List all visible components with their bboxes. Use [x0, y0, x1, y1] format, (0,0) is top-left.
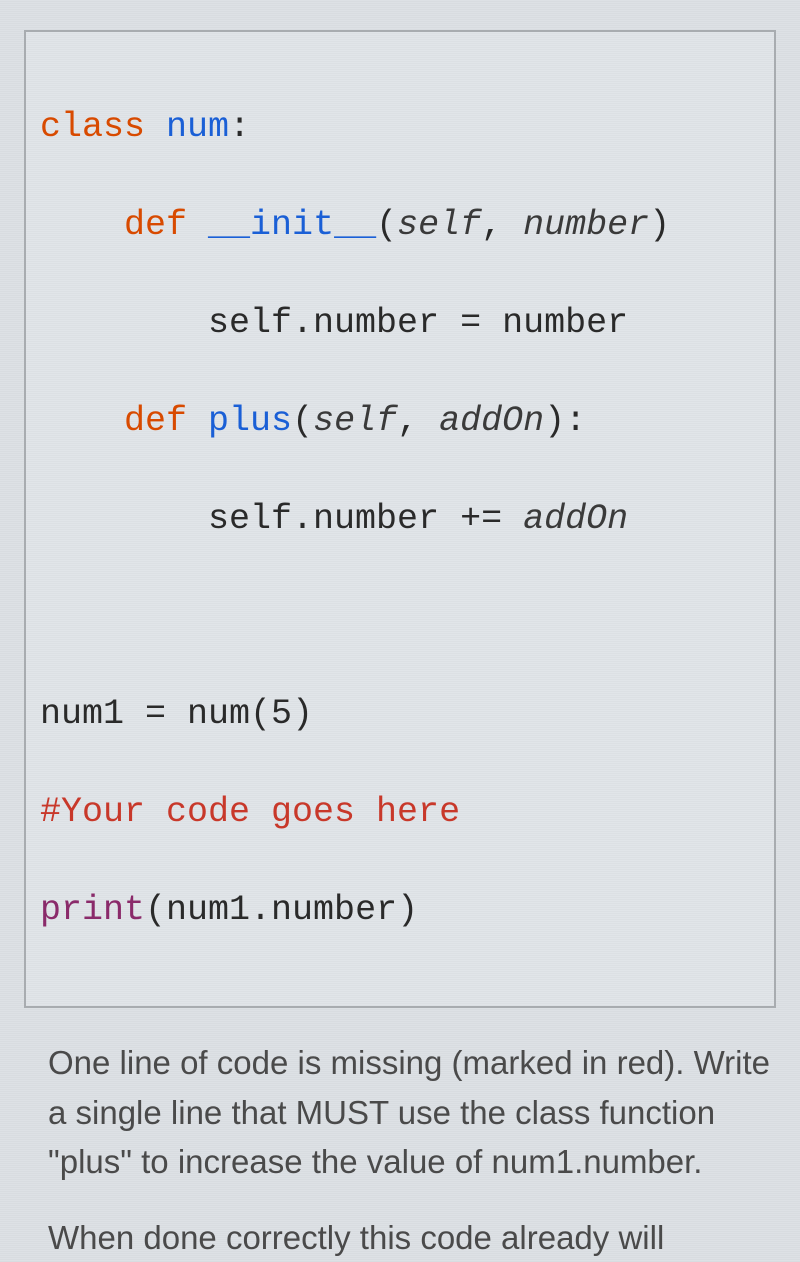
code-line-7: num1 = num(5) — [40, 690, 760, 739]
param-addon: addOn — [439, 401, 544, 441]
paren-open: ( — [376, 205, 397, 245]
instruction-paragraph-1: One line of code is missing (marked in r… — [48, 1038, 776, 1187]
blank-line — [40, 593, 760, 641]
indent — [40, 401, 124, 441]
code-block: class num: def __init__(self, number) se… — [24, 30, 776, 1008]
param-number: number — [523, 205, 649, 245]
colon: : — [229, 107, 250, 147]
function-name-init: __init__ — [208, 205, 376, 245]
indent — [40, 205, 124, 245]
comma: , — [481, 205, 523, 245]
print-args: (num1.number) — [145, 890, 418, 930]
paren-close-colon: ): — [544, 401, 586, 441]
comma: , — [397, 401, 439, 441]
code-line-9: print(num1.number) — [40, 886, 760, 935]
code-line-5: self.number += addOn — [40, 495, 760, 544]
keyword-def: def — [124, 205, 187, 245]
body-addon: addOn — [523, 499, 628, 539]
code-line-3: self.number = number — [40, 299, 760, 348]
instruction-paragraph-2: When done correctly this code already wi… — [48, 1213, 776, 1262]
param-self: self — [313, 401, 397, 441]
class-name: num — [166, 107, 229, 147]
code-line-4: def plus(self, addOn): — [40, 397, 760, 446]
builtin-print: print — [40, 890, 145, 930]
keyword-class: class — [40, 107, 145, 147]
keyword-def: def — [124, 401, 187, 441]
code-line-1: class num: — [40, 103, 760, 152]
code-line-8: #Your code goes here — [40, 788, 760, 837]
paren-close: ) — [649, 205, 670, 245]
paren-open: ( — [292, 401, 313, 441]
body-a: self.number += — [208, 499, 523, 539]
comment-placeholder: #Your code goes here — [40, 792, 460, 832]
param-self: self — [397, 205, 481, 245]
body: self.number = number — [208, 303, 628, 343]
indent — [40, 499, 208, 539]
code-line-2: def __init__(self, number) — [40, 201, 760, 250]
indent — [40, 303, 208, 343]
instantiate: num1 = num(5) — [40, 694, 313, 734]
function-name-plus: plus — [208, 401, 292, 441]
